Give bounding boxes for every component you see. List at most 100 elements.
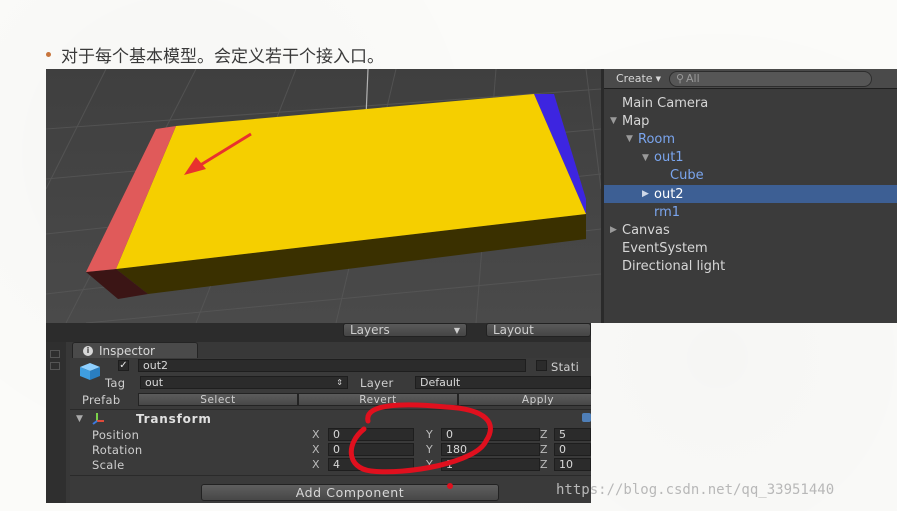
object-name-input[interactable]: out2 — [138, 359, 526, 372]
hierarchy-item[interactable]: ▶ Canvas — [604, 221, 897, 239]
transform-axes-icon — [92, 413, 104, 425]
tag-label: Tag — [105, 375, 126, 390]
divider — [70, 409, 591, 410]
scale-x-input[interactable]: 4 — [328, 458, 414, 471]
create-button[interactable]: Create ▼ — [616, 72, 661, 85]
side-strip — [46, 342, 66, 503]
editor-top-bar: Layers ▼ Layout — [46, 323, 591, 342]
inspector-tab-label: Inspector — [99, 343, 155, 358]
inspector-area: Layers ▼ Layout i Inspector ✓ out2 Stati… — [46, 323, 591, 503]
field-value: 5 — [559, 428, 566, 441]
expand-open-icon[interactable]: ▼ — [610, 116, 622, 126]
hierarchy-item[interactable]: EventSystem — [604, 240, 897, 258]
search-icon: ⚲ — [675, 72, 685, 85]
hierarchy-item[interactable]: ▶ out2 — [604, 185, 897, 203]
position-x-input[interactable]: 0 — [328, 428, 414, 441]
layout-label: Layout — [493, 323, 534, 337]
transform-row-label: Position — [92, 427, 140, 442]
axis-label-x: X — [312, 458, 320, 471]
expand-closed-icon[interactable]: ▶ — [642, 189, 654, 199]
active-checkbox[interactable]: ✓ — [118, 360, 129, 371]
hierarchy-item[interactable]: ▼ Room — [604, 130, 897, 148]
rotation-x-input[interactable]: 0 — [328, 443, 414, 456]
hierarchy-item-label: Directional light — [622, 259, 726, 275]
updown-icon: ⇕ — [336, 378, 343, 387]
hierarchy-item[interactable]: Cube — [604, 167, 897, 185]
create-label: Create — [616, 72, 653, 85]
field-value: 0 — [333, 428, 340, 441]
rotation-y-input[interactable]: 180 — [441, 443, 540, 456]
transform-title: Transform — [136, 411, 212, 426]
prefab-label: Prefab — [82, 392, 121, 407]
watermark: https://blog.csdn.net/qq_33951440 — [556, 482, 835, 498]
hierarchy-item[interactable]: Directional light — [604, 258, 897, 276]
hierarchy-item-label: rm1 — [654, 204, 681, 220]
expand-open-icon[interactable]: ▼ — [626, 134, 638, 144]
annotation-dot — [447, 483, 453, 489]
strip-icon — [50, 350, 60, 358]
hierarchy-search-input[interactable]: ⚲ All — [668, 70, 872, 87]
field-value: 4 — [333, 458, 340, 471]
layer-value: Default — [420, 376, 461, 389]
hierarchy-item-label: Main Camera — [622, 95, 709, 111]
field-value: 0 — [559, 443, 566, 456]
tag-layer-row: Tag out ⇕ Layer Default — [70, 375, 591, 390]
object-name-value: out2 — [143, 359, 169, 372]
transform-header[interactable]: ▼ Transform — [70, 411, 591, 426]
hierarchy-item-label: out1 — [654, 150, 684, 166]
add-component-button[interactable]: Add Component — [201, 484, 499, 501]
expand-open-icon[interactable]: ▼ — [642, 153, 654, 163]
transform-row-label: Scale — [92, 457, 125, 472]
field-value: 180 — [446, 443, 467, 456]
hierarchy-panel: Create ▼ ⚲ All Main Camera ▼ Map ▼ Room ▼ out1… — [601, 69, 897, 323]
axis-label-y: Y — [426, 443, 433, 456]
rotation-z-input[interactable]: 0 — [554, 443, 591, 456]
inspector-panel: ✓ out2 Stati Tag out ⇕ Layer Default Pre… — [70, 358, 591, 503]
hierarchy-item[interactable]: rm1 — [604, 203, 897, 221]
hierarchy-item-label: Canvas — [622, 222, 670, 238]
strip-icon — [50, 362, 60, 370]
bullet-dot — [46, 51, 51, 57]
scene-view[interactable] — [46, 69, 601, 323]
hierarchy-item-label: EventSystem — [622, 241, 708, 257]
hierarchy-item[interactable]: Main Camera — [604, 94, 897, 112]
prefab-select-button[interactable]: Select — [138, 393, 298, 406]
transform-row-scale: Scale X 4 Y 1 Z 10 — [70, 457, 591, 472]
settings-icon[interactable] — [582, 413, 591, 422]
position-z-input[interactable]: 5 — [554, 428, 591, 441]
field-value: 1 — [446, 458, 453, 471]
hierarchy-item-label: Cube — [670, 168, 704, 184]
field-value: 10 — [559, 458, 573, 471]
info-icon: i — [83, 345, 93, 356]
field-value: 0 — [333, 443, 340, 456]
hierarchy-item[interactable]: ▼ out1 — [604, 149, 897, 167]
tag-value: out — [145, 376, 164, 389]
axis-label-x: X — [312, 428, 320, 441]
prefab-row: Prefab Select Revert Apply — [70, 392, 591, 407]
scale-z-input[interactable]: 10 — [554, 458, 591, 471]
static-checkbox[interactable] — [536, 360, 547, 371]
transform-row-rotation: Rotation X 0 Y 180 Z 0 — [70, 442, 591, 457]
static-label: Stati — [551, 359, 580, 374]
scene-canvas — [46, 69, 601, 323]
axis-label-y: Y — [426, 428, 433, 441]
hierarchy-item[interactable]: ▼ Map — [604, 112, 897, 130]
scale-y-input[interactable]: 1 — [441, 458, 540, 471]
layers-dropdown[interactable]: Layers ▼ — [343, 323, 467, 337]
caret-down-icon: ▼ — [453, 325, 460, 335]
prefab-apply-button[interactable]: Apply — [458, 393, 591, 406]
transform-row-position: Position X 0 Y 0 Z 5 — [70, 427, 591, 442]
hierarchy-item-label: Map — [622, 113, 650, 129]
field-value: 0 — [446, 428, 453, 441]
axis-label-y: Y — [426, 458, 433, 471]
tag-dropdown[interactable]: out ⇕ — [140, 376, 348, 389]
layout-dropdown[interactable]: Layout — [486, 323, 591, 337]
divider — [70, 475, 591, 476]
hierarchy-item-label: out2 — [654, 186, 684, 202]
hierarchy-item-label: Room — [638, 131, 676, 147]
expand-closed-icon[interactable]: ▶ — [610, 225, 622, 235]
layer-dropdown[interactable]: Default — [415, 376, 591, 389]
prefab-revert-button[interactable]: Revert — [298, 393, 458, 406]
position-y-input[interactable]: 0 — [441, 428, 540, 441]
tab-inspector[interactable]: i Inspector — [72, 342, 198, 358]
